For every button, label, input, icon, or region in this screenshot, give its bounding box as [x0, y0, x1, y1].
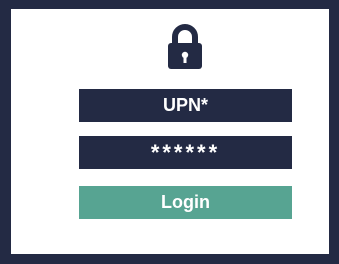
- lock-icon: [163, 23, 207, 71]
- login-panel: UPN* ****** Login: [11, 9, 329, 254]
- login-button[interactable]: Login: [79, 186, 292, 219]
- password-field[interactable]: ******: [79, 136, 292, 169]
- upn-field[interactable]: UPN*: [79, 89, 292, 122]
- login-button-label: Login: [161, 192, 210, 212]
- password-value: ******: [150, 139, 221, 165]
- login-window: UPN* ****** Login: [0, 0, 339, 264]
- upn-value: UPN*: [162, 95, 208, 115]
